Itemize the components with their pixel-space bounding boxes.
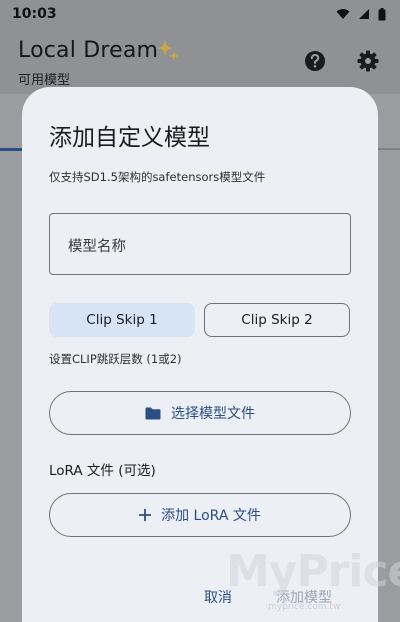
plus-icon	[139, 509, 152, 521]
clip-skip-2-option[interactable]: Clip Skip 2	[204, 303, 350, 337]
clip-skip-hint: 设置CLIP跳跃层数 (1或2)	[49, 352, 182, 366]
dialog-description: 仅支持SD1.5架构的safetensors模型文件	[49, 170, 266, 184]
add-lora-file-label: 添加 LoRA 文件	[161, 508, 261, 524]
select-model-file-label: 选择模型文件	[171, 406, 255, 422]
add-lora-file-button[interactable]: 添加 LoRA 文件	[49, 493, 351, 537]
status-icons	[336, 7, 386, 21]
sparkle-icon	[157, 40, 179, 61]
settings-icon[interactable]	[357, 50, 379, 72]
status-time: 10:03	[12, 6, 57, 22]
app-title: Local Dream	[18, 38, 159, 63]
folder-icon	[145, 407, 161, 419]
signal-icon	[359, 9, 369, 19]
clip-skip-1-option[interactable]: Clip Skip 1	[49, 303, 195, 337]
watermark-logo: MyPrice	[226, 546, 400, 597]
lora-section-label: LoRA 文件 (可选)	[49, 463, 156, 479]
wifi-icon	[336, 9, 350, 19]
dialog-title: 添加自定义模型	[49, 125, 210, 151]
background-divider	[378, 148, 400, 150]
battery-icon	[378, 7, 386, 20]
add-custom-model-dialog: 添加自定义模型 仅支持SD1.5架构的safetensors模型文件 模型名称 …	[22, 87, 378, 622]
model-name-field[interactable]: 模型名称	[49, 213, 351, 275]
model-name-placeholder: 模型名称	[68, 239, 126, 255]
watermark-url: myprice.com.tw	[268, 602, 341, 612]
app-subtitle: 可用模型	[18, 73, 71, 88]
tab-indicator	[0, 148, 22, 151]
status-bar: 10:03	[0, 0, 400, 28]
help-icon[interactable]	[304, 50, 326, 72]
app-bar: Local Dream 可用模型	[0, 28, 400, 94]
select-model-file-button[interactable]: 选择模型文件	[49, 391, 351, 435]
